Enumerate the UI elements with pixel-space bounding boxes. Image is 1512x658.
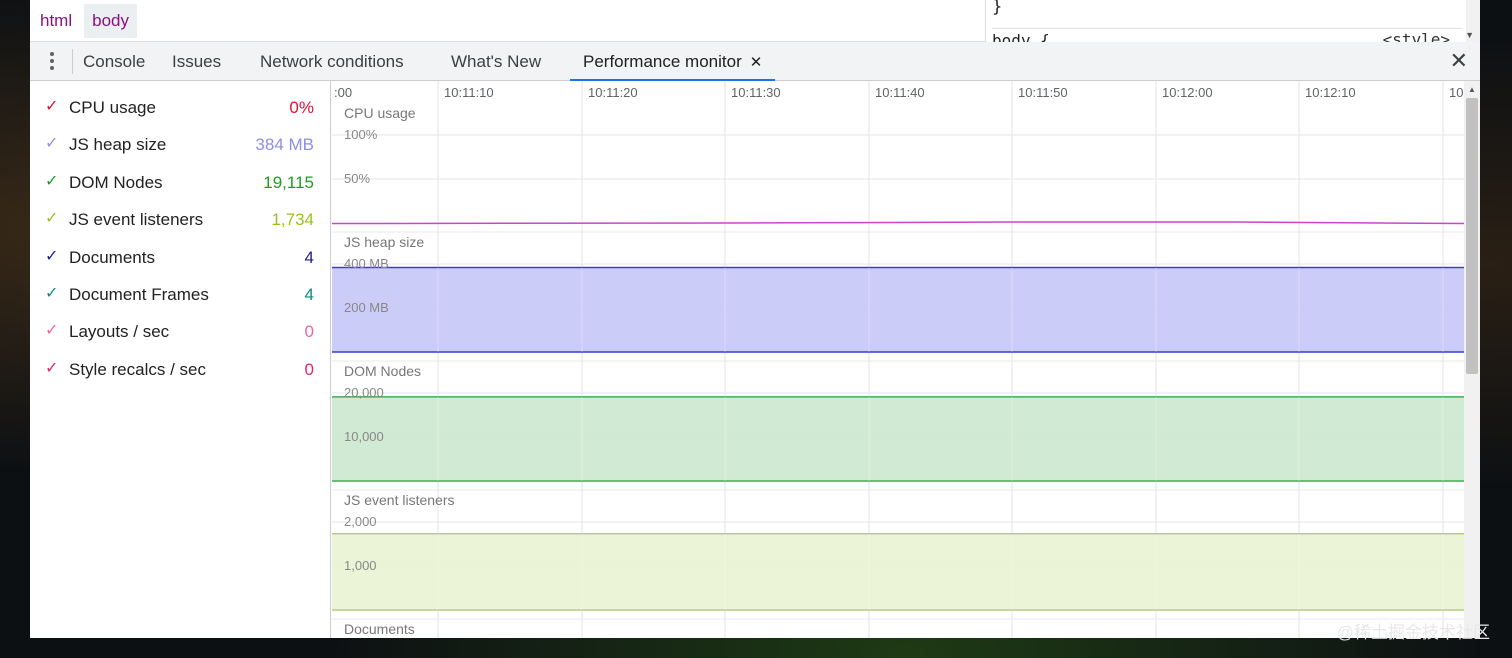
kebab-dot-icon <box>50 59 54 63</box>
metric-row[interactable]: ✓ Style recalcs / sec 0 <box>30 351 331 388</box>
time-label: 10:11:30 <box>731 85 781 100</box>
axis-label: 1,000 <box>344 558 377 573</box>
tab-label: Network conditions <box>260 52 404 71</box>
checkmark-icon[interactable]: ✓ <box>45 96 58 116</box>
time-label: 10:11:10 <box>444 85 494 100</box>
styles-pane: } body { <style> ▼ <box>985 0 1480 50</box>
checkmark-icon[interactable]: ✓ <box>45 246 58 266</box>
metric-label-js-heap-size: JS heap size <box>69 135 167 155</box>
tab-whats-new[interactable]: What's New <box>451 42 541 81</box>
tab-label: Issues <box>172 52 222 71</box>
metric-label-style-recalcs-sec: Style recalcs / sec <box>69 359 206 379</box>
metric-label-dom-nodes: DOM Nodes <box>69 172 163 192</box>
series-area <box>332 533 1464 610</box>
scroll-up-arrow-icon[interactable]: ▲ <box>1468 85 1476 94</box>
close-tab-icon[interactable]: ✕ <box>750 54 763 71</box>
tab-label: What's New <box>451 52 542 71</box>
metric-row[interactable]: ✓ DOM Nodes 19,115 <box>30 164 331 201</box>
performance-charts: :00 10:11:10 10:11:20 10:11:30 10:11:40 10:11… <box>332 81 1464 638</box>
time-label: 10:11:50 <box>1018 85 1068 100</box>
tab-label: Performance monitor <box>583 52 742 71</box>
watermark: @稀土掘金技术社区 <box>1336 623 1490 642</box>
axis-label: 10,000 <box>344 429 384 444</box>
axis-label: 400 MB <box>344 256 389 271</box>
scroll-down-arrow-icon[interactable]: ▼ <box>1465 30 1474 40</box>
tab-issues[interactable]: Issues <box>172 42 221 81</box>
checkmark-icon[interactable]: ✓ <box>45 283 58 303</box>
tab-performance-monitor[interactable]: Performance monitor ✕ <box>570 42 776 81</box>
axis-label: 100% <box>344 127 378 142</box>
panel-title: JS heap size <box>344 234 424 250</box>
breadcrumb-item-body[interactable]: body <box>84 3 137 38</box>
axis-label: 50% <box>344 171 370 186</box>
tab-console[interactable]: Console <box>83 42 145 81</box>
time-label: 10:11:20 <box>588 85 638 100</box>
metric-row[interactable]: ✓ Document Frames 4 <box>30 276 331 313</box>
metric-label-layouts-sec: Layouts / sec <box>69 322 170 342</box>
panel-title: Documents <box>344 621 415 637</box>
charts-canvas: :00 10:11:10 10:11:20 10:11:30 10:11:40 10:11… <box>332 81 1464 638</box>
metric-label-cpu-usage: CPU usage <box>69 98 156 117</box>
close-drawer-icon[interactable]: ✕ <box>1450 50 1468 72</box>
metric-value-dom-nodes: 19,115 <box>263 172 314 192</box>
metric-value-cpu-usage: 0% <box>289 98 314 117</box>
axis-label: 20,000 <box>344 385 384 400</box>
metric-value-document-frames: 4 <box>304 285 314 304</box>
styles-closing-brace: } <box>992 0 1003 17</box>
metric-label-js-event-listeners: JS event listeners <box>69 210 204 230</box>
metric-label-document-frames: Document Frames <box>69 285 209 304</box>
time-label: 10:12:10 <box>1305 85 1356 100</box>
metric-value-layouts-sec: 0 <box>304 322 314 342</box>
kebab-dot-icon <box>50 66 54 70</box>
metric-value-style-recalcs-sec: 0 <box>304 359 314 379</box>
kebab-dot-icon <box>50 52 54 56</box>
metric-row[interactable]: ✓ Documents 4 <box>30 239 331 276</box>
tab-divider <box>72 49 73 74</box>
series-area <box>332 396 1464 481</box>
panel-title: JS event listeners <box>344 492 455 508</box>
series-area <box>332 267 1464 352</box>
scrollbar-thumb[interactable] <box>1466 98 1478 374</box>
more-tools-menu-button[interactable] <box>42 49 62 73</box>
metric-label-documents: Documents <box>69 247 155 267</box>
time-label: 10:11:40 <box>875 85 925 100</box>
metric-row[interactable]: ✓ CPU usage 0% <box>30 89 331 126</box>
drawer-tab-bar: Console Issues Network conditions What's… <box>30 42 1480 81</box>
breadcrumb: html body <box>30 0 985 42</box>
tab-label: Console <box>83 52 146 71</box>
checkmark-icon[interactable]: ✓ <box>45 358 58 378</box>
time-label: :00 <box>334 85 352 100</box>
charts-scrollbar[interactable]: ▲ <box>1464 81 1480 638</box>
tab-network-conditions[interactable]: Network conditions <box>260 42 404 81</box>
metrics-sidebar: ✓ CPU usage 0% ✓ JS heap size 384 MB ✓ DOM Node… <box>30 81 331 638</box>
axis-label: 2,000 <box>344 514 377 529</box>
metric-value-documents: 4 <box>304 247 314 267</box>
breadcrumb-item-html[interactable]: html <box>32 4 80 38</box>
metric-value-js-heap-size: 384 MB <box>255 135 314 155</box>
checkmark-icon[interactable]: ✓ <box>45 171 58 191</box>
series-line <box>332 221 1464 225</box>
axis-label: 200 MB <box>344 300 389 315</box>
metric-value-js-event-listeners: 1,734 <box>271 210 314 230</box>
time-label: 10:12:00 <box>1162 85 1213 100</box>
metric-row[interactable]: ✓ JS heap size 384 MB <box>30 126 331 163</box>
checkmark-icon[interactable]: ✓ <box>45 320 58 340</box>
panel-title: CPU usage <box>344 105 416 121</box>
panel-title: DOM Nodes <box>344 363 421 379</box>
metric-row[interactable]: ✓ Layouts / sec 0 <box>30 313 331 350</box>
checkmark-icon[interactable]: ✓ <box>45 208 58 228</box>
time-label: 10: <box>1449 85 1464 100</box>
metric-row[interactable]: ✓ JS event listeners 1,734 <box>30 201 331 238</box>
devtools-window: html body } body { <style> ▼ Console Iss… <box>30 0 1480 638</box>
checkmark-icon[interactable]: ✓ <box>45 133 58 153</box>
